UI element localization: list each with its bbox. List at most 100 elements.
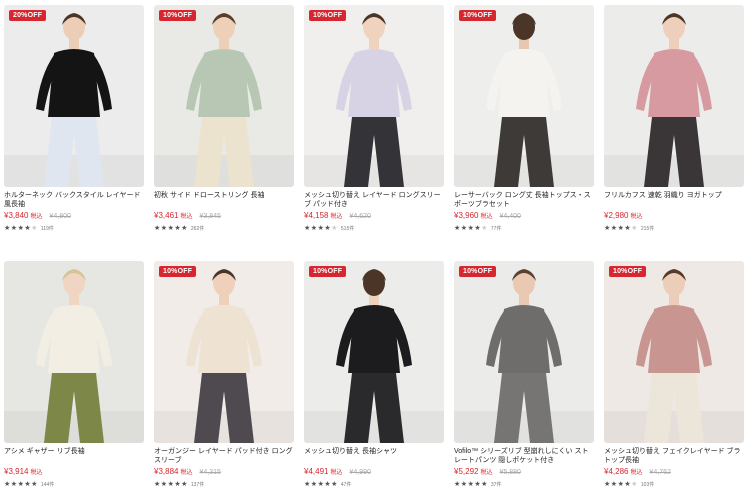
model-photo: [154, 261, 294, 443]
price-row: ¥3,461 税込 ¥3,845: [154, 211, 294, 221]
product-card[interactable]: 20%OFF ホルターネック バックスタイル レイヤード風長袖 ¥3,840 税込 ¥4…: [4, 5, 144, 232]
rating-row: ★★★★★ 103件: [604, 480, 744, 488]
review-count: 37件: [490, 481, 502, 488]
product-image[interactable]: 10%OFF: [454, 261, 594, 443]
tax-label: 税込: [330, 470, 343, 476]
product-image[interactable]: 10%OFF: [454, 5, 594, 187]
product-title[interactable]: オーガンジー レイヤード パッド付き ロングスリーブ: [154, 447, 294, 465]
product-card[interactable]: 10%OFF メッシュ切り替え フェイクレイヤード ブラトップ長袖 ¥4,286 税込…: [604, 261, 744, 488]
star-icon: ★: [4, 480, 11, 488]
rating-row: ★★★★★ 262件: [154, 224, 294, 232]
original-price: ¥4,762: [649, 469, 671, 476]
star-icon: ★: [460, 224, 468, 232]
star-icon: ★: [310, 224, 318, 232]
rating-row: ★★★★★ 515件: [304, 224, 444, 232]
discount-badge: 10%OFF: [309, 266, 347, 277]
review-count: 47件: [340, 481, 352, 488]
review-count: 137件: [190, 481, 205, 488]
price-row: ¥2,980 税込: [604, 211, 744, 221]
rating-stars: ★★★★★: [154, 224, 188, 232]
review-count: 215件: [640, 225, 655, 232]
product-image[interactable]: 20%OFF: [4, 5, 144, 187]
sale-price: ¥2,980: [604, 211, 629, 220]
review-count: 515件: [340, 225, 355, 232]
product-card[interactable]: アシメ ギャザー リブ長袖 ¥3,914 税込 ★★★★★ 144件: [4, 261, 144, 488]
star-icon: ★: [460, 480, 468, 488]
product-title[interactable]: アシメ ギャザー リブ長袖: [4, 447, 144, 465]
tax-label: 税込: [30, 470, 43, 476]
tax-label: 税込: [180, 470, 193, 476]
product-title[interactable]: メッシュ切り替え 長袖シャツ: [304, 447, 444, 465]
star-icon: ★: [4, 224, 11, 232]
rating-stars: ★★★★★: [4, 224, 38, 232]
tax-label: 税込: [330, 214, 343, 220]
product-image[interactable]: [604, 5, 744, 187]
product-card[interactable]: 10%OFF Vofilo™ シリーズリブ 型崩れしにくい ストレートパンツ 隠し…: [454, 261, 594, 488]
product-grid: 20%OFF ホルターネック バックスタイル レイヤード風長袖 ¥3,840 税込 ¥4…: [0, 0, 750, 500]
tax-label: 税込: [630, 470, 643, 476]
product-card[interactable]: 10%OFF オーガンジー レイヤード パッド付き ロングスリーブ ¥3,884 税込…: [154, 261, 294, 488]
tax-label: 税込: [480, 470, 493, 476]
discount-badge: 10%OFF: [459, 266, 497, 277]
product-image[interactable]: 10%OFF: [304, 261, 444, 443]
review-count: 119件: [40, 225, 54, 232]
sale-price: ¥4,491: [304, 467, 329, 476]
product-card[interactable]: 10%OFF メッシュ切り替え レイヤード ロングスリーブ パッド付き ¥4,158…: [304, 5, 444, 232]
star-icon: ★: [31, 224, 38, 232]
discount-badge: 10%OFF: [159, 10, 197, 21]
model-photo: [454, 261, 594, 443]
rating-row: ★★★★★ 37件: [454, 480, 594, 488]
star-icon: ★: [154, 224, 161, 232]
product-title[interactable]: メッシュ切り替え フェイクレイヤード ブラトップ長袖: [604, 447, 744, 465]
product-card[interactable]: フリルカフス 速乾 羽織り ヨガトップ ¥2,980 税込 ★★★★★ 215件: [604, 5, 744, 232]
price-row: ¥3,884 税込 ¥4,315: [154, 467, 294, 477]
discount-badge: 10%OFF: [609, 266, 647, 277]
star-icon: ★: [604, 480, 611, 488]
model-photo: [604, 5, 744, 187]
rating-stars: ★★★★★: [154, 480, 188, 488]
rating-stars: ★★★★★: [604, 224, 638, 232]
product-image[interactable]: 10%OFF: [154, 261, 294, 443]
star-icon: ★: [304, 480, 311, 488]
sale-price: ¥3,914: [4, 467, 29, 476]
sale-price: ¥3,960: [454, 211, 479, 220]
star-icon: ★: [310, 480, 318, 488]
original-price: ¥4,620: [349, 213, 371, 220]
star-icon: ★: [31, 480, 38, 488]
model-photo: [304, 5, 444, 187]
product-image[interactable]: 10%OFF: [304, 5, 444, 187]
star-icon: ★: [631, 224, 638, 232]
star-icon: ★: [454, 224, 461, 232]
product-title[interactable]: ホルターネック バックスタイル レイヤード風長袖: [4, 191, 144, 209]
product-title[interactable]: メッシュ切り替え レイヤード ロングスリーブ パッド付き: [304, 191, 444, 209]
star-icon: ★: [181, 480, 188, 488]
sale-price: ¥3,840: [4, 211, 29, 220]
product-card[interactable]: 10%OFF 初秋 サイド ドローストリング 長袖 ¥3,461 税込 ¥3,845 ★★…: [154, 5, 294, 232]
rating-stars: ★★★★★: [454, 480, 488, 488]
rating-row: ★★★★★ 215件: [604, 224, 744, 232]
product-title[interactable]: レーサーバック ロング丈 長袖トップス・スポーツブラセット: [454, 191, 594, 209]
star-icon: ★: [331, 480, 338, 488]
star-icon: ★: [304, 224, 311, 232]
product-title[interactable]: Vofilo™ シリーズリブ 型崩れしにくい ストレートパンツ 隠しポケット付き: [454, 447, 594, 465]
rating-row: ★★★★★ 119件: [4, 224, 144, 232]
sale-price: ¥3,461: [154, 211, 179, 220]
product-card[interactable]: 10%OFF メッシュ切り替え 長袖シャツ ¥4,491 税込 ¥4,990 ★★★★★ 4…: [304, 261, 444, 488]
sale-price: ¥3,884: [154, 467, 179, 476]
product-image[interactable]: [4, 261, 144, 443]
review-count: 103件: [640, 481, 655, 488]
price-row: ¥4,491 税込 ¥4,990: [304, 467, 444, 477]
model-photo: [4, 5, 144, 187]
tax-label: 税込: [630, 214, 643, 220]
product-image[interactable]: 10%OFF: [604, 261, 744, 443]
product-image[interactable]: 10%OFF: [154, 5, 294, 187]
product-card[interactable]: 10%OFF レーサーバック ロング丈 長袖トップス・スポーツブラセット ¥3,96…: [454, 5, 594, 232]
star-icon: ★: [481, 224, 488, 232]
model-photo: [154, 5, 294, 187]
product-title[interactable]: 初秋 サイド ドローストリング 長袖: [154, 191, 294, 209]
price-row: ¥3,840 税込 ¥4,800: [4, 211, 144, 221]
original-price: ¥4,400: [499, 213, 521, 220]
star-icon: ★: [10, 480, 18, 488]
review-count: 77件: [490, 225, 502, 232]
product-title[interactable]: フリルカフス 速乾 羽織り ヨガトップ: [604, 191, 744, 209]
